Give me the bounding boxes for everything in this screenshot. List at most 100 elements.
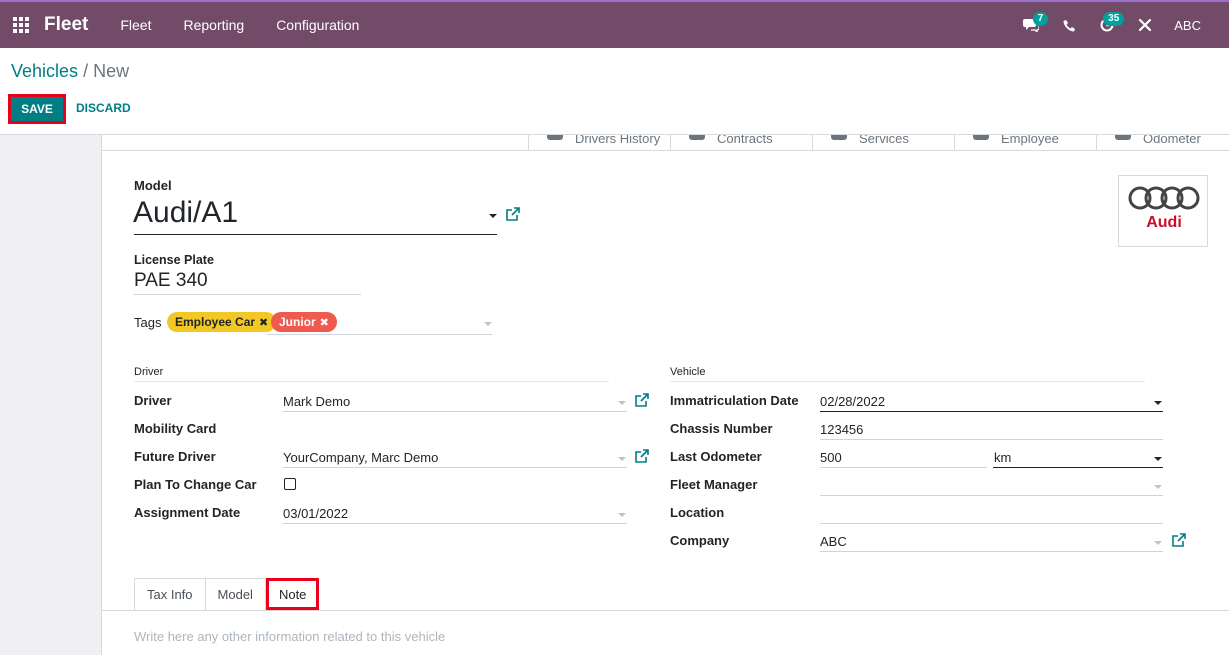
- odometer-unit-select[interactable]: km: [994, 450, 1011, 465]
- save-button[interactable]: SAVE: [8, 94, 66, 124]
- tab-note[interactable]: Note: [265, 578, 320, 610]
- apps-menu-icon[interactable]: [2, 2, 40, 48]
- company-dropdown-icon[interactable]: [1154, 541, 1162, 545]
- tab-tax-info[interactable]: Tax Info: [134, 578, 206, 610]
- assignment-date-dropdown-icon[interactable]: [618, 513, 626, 517]
- location-input[interactable]: [820, 506, 1163, 522]
- plan-to-change-car-checkbox[interactable]: [284, 478, 296, 490]
- driver-section-title: Driver: [134, 366, 164, 378]
- immatriculation-date-dropdown-icon[interactable]: [1154, 401, 1162, 405]
- vehicle-section-divider: [670, 381, 1145, 382]
- driver-section-divider: [134, 381, 609, 382]
- tags-dropdown-icon[interactable]: [484, 322, 492, 326]
- tag-employee-car[interactable]: Employee Car ✖: [167, 312, 277, 332]
- wrench-icon: [831, 135, 847, 140]
- tab-model[interactable]: Model: [205, 578, 266, 610]
- menu-reporting[interactable]: Reporting: [167, 17, 260, 33]
- menu-configuration[interactable]: Configuration: [260, 17, 375, 33]
- mobility-card-input[interactable]: [283, 422, 627, 438]
- discard-button[interactable]: DISCARD: [76, 101, 131, 115]
- future-driver-input[interactable]: YourCompany, Marc Demo: [283, 450, 438, 465]
- driver-underline: [283, 411, 627, 412]
- messages-icon[interactable]: 7: [1012, 2, 1050, 48]
- model-dropdown-icon[interactable]: [489, 214, 497, 218]
- future-driver-label: Future Driver: [134, 449, 216, 464]
- last-odometer-label: Last Odometer: [670, 449, 762, 464]
- svg-text:Audi: Audi: [1146, 214, 1182, 231]
- company-external-link-icon[interactable]: [1172, 533, 1186, 547]
- license-plate-underline: [134, 294, 361, 295]
- services-button[interactable]: Services: [812, 135, 954, 150]
- odometer-unit-underline: [993, 467, 1163, 468]
- fleet-manager-input[interactable]: [820, 478, 1163, 494]
- assignment-date-input[interactable]: 03/01/2022: [283, 506, 348, 521]
- tags-underline: [267, 334, 492, 335]
- chassis-number-label: Chassis Number: [670, 421, 773, 436]
- activities-badge: 35: [1103, 12, 1125, 26]
- fleet-manager-label: Fleet Manager: [670, 477, 758, 492]
- breadcrumb-separator: /: [83, 61, 89, 81]
- location-underline: [820, 523, 1163, 524]
- assignment-date-label: Assignment Date: [134, 505, 241, 520]
- odometer-button[interactable]: Odometer: [1096, 135, 1229, 150]
- location-label: Location: [670, 505, 725, 520]
- odometer-unit-dropdown-icon[interactable]: [1154, 457, 1162, 461]
- user-menu[interactable]: ABC: [1164, 18, 1229, 33]
- messages-badge: 7: [1032, 12, 1049, 26]
- immatriculation-date-input[interactable]: 02/28/2022: [820, 394, 885, 409]
- fleet-manager-dropdown-icon[interactable]: [1154, 485, 1162, 489]
- last-odometer-underline: [820, 467, 987, 468]
- assignment-date-underline: [283, 523, 627, 524]
- audi-logo-image: Audi: [1128, 186, 1200, 231]
- model-external-link-icon[interactable]: [506, 207, 520, 221]
- future-driver-dropdown-icon[interactable]: [618, 457, 626, 461]
- license-plate-input[interactable]: PAE 340: [134, 270, 208, 292]
- breadcrumb: Vehicles / New: [11, 61, 129, 82]
- smart-buttons-divider: [102, 150, 1229, 151]
- smart-buttons: Drivers History Contracts Services Emplo…: [528, 135, 1229, 151]
- remove-tag-icon[interactable]: ✖: [320, 316, 329, 329]
- breadcrumb-current: New: [93, 61, 130, 81]
- driver-external-link-icon[interactable]: [635, 393, 649, 407]
- company-label: Company: [670, 533, 730, 548]
- chassis-number-input[interactable]: 123456: [820, 422, 863, 437]
- future-driver-external-link-icon[interactable]: [635, 449, 649, 463]
- app-name[interactable]: Fleet: [44, 14, 88, 36]
- top-navbar: Fleet Fleet Reporting Configuration 7 35…: [0, 0, 1229, 48]
- driver-dropdown-icon[interactable]: [618, 401, 626, 405]
- drivers-history-button[interactable]: Drivers History: [528, 135, 670, 150]
- remove-tag-icon[interactable]: ✖: [259, 316, 268, 329]
- employee-icon: [973, 135, 989, 140]
- odometer-icon: [1115, 135, 1131, 140]
- breadcrumb-vehicles[interactable]: Vehicles: [11, 61, 78, 81]
- plan-to-change-car-label: Plan To Change Car: [134, 477, 257, 492]
- menu-fleet[interactable]: Fleet: [104, 17, 167, 33]
- contracts-icon: [689, 135, 705, 140]
- debug-tools-icon[interactable]: [1126, 2, 1164, 48]
- company-underline: [820, 551, 1163, 552]
- note-textarea[interactable]: Write here any other information related…: [134, 629, 445, 644]
- model-label: Model: [134, 178, 172, 193]
- license-plate-label: License Plate: [134, 253, 214, 267]
- last-odometer-input[interactable]: 500: [820, 450, 842, 465]
- driver-input[interactable]: Mark Demo: [283, 394, 350, 409]
- vehicle-logo[interactable]: Audi: [1118, 175, 1208, 247]
- employee-button[interactable]: Employee: [954, 135, 1096, 150]
- fleet-manager-underline: [820, 495, 1163, 496]
- immatriculation-date-label: Immatriculation Date: [670, 393, 799, 408]
- vehicle-section-title: Vehicle: [670, 366, 706, 378]
- tag-junior[interactable]: Junior ✖: [271, 312, 337, 332]
- tags-label: Tags: [134, 315, 162, 330]
- contracts-button[interactable]: Contracts: [670, 135, 812, 150]
- activities-icon[interactable]: 35: [1088, 2, 1126, 48]
- tabs-divider: [102, 610, 1229, 611]
- phone-icon[interactable]: [1050, 2, 1088, 48]
- model-input[interactable]: Audi/A1: [133, 196, 238, 230]
- future-driver-underline: [283, 467, 627, 468]
- company-input[interactable]: ABC: [820, 534, 847, 549]
- control-panel: Vehicles / New SAVE DISCARD: [0, 48, 1229, 135]
- immatriculation-date-underline: [820, 411, 1163, 412]
- chassis-number-underline: [820, 439, 1163, 440]
- notebook-tabs: Tax Info Model Note: [134, 578, 320, 610]
- form-sheet: Drivers History Contracts Services Emplo…: [101, 135, 1229, 655]
